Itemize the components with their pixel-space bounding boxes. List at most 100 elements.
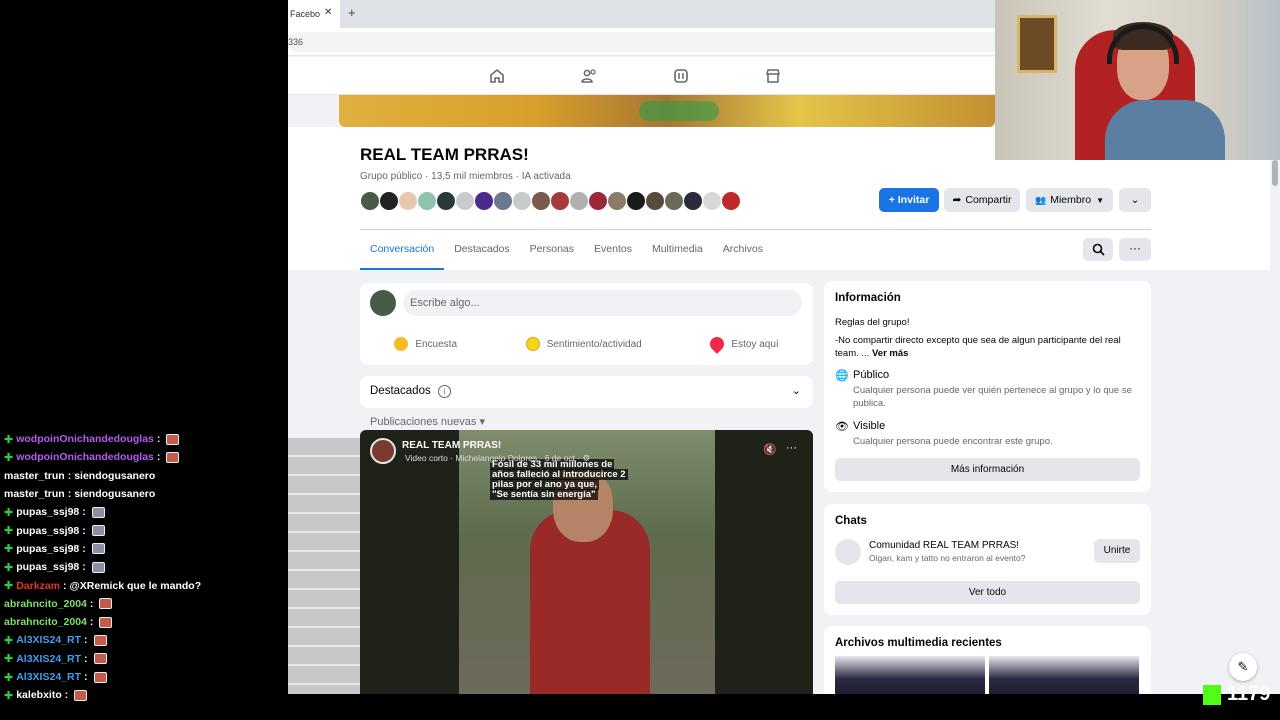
chat-username[interactable]: wodpoinOnichandedouglas [16,451,154,463]
scroll-thumb[interactable] [1272,160,1278,186]
member-avatar[interactable] [683,191,703,211]
search-button[interactable] [1083,238,1113,261]
chat-username[interactable]: master_trun [4,488,65,500]
chat-username[interactable]: Al3XIS24_RT [16,634,81,646]
featured-section[interactable]: Destacados i ⌄ [360,376,813,408]
member-avatar[interactable] [512,191,532,211]
close-tab-icon[interactable]: ✕ [324,7,332,18]
tab-3[interactable]: Eventos [584,230,642,270]
chat-username[interactable]: Darkzam [16,580,60,592]
chat-username[interactable]: pupas_ssj98 [16,525,79,537]
browser-tab-facebook[interactable]: Facebo ✕ [288,0,340,28]
member-avatar[interactable] [360,191,380,211]
watch-icon[interactable] [672,67,690,85]
invite-button[interactable]: + Invitar [879,188,939,212]
more-options-button[interactable]: ⌄ [1119,188,1151,212]
home-icon[interactable] [488,67,506,85]
member-avatar[interactable] [493,191,513,211]
chat-username[interactable]: kalebxito [16,689,62,701]
more-dots-button[interactable]: ··· [1119,238,1151,261]
member-avatar[interactable] [417,191,437,211]
friends-icon[interactable] [580,67,598,85]
chat-username[interactable]: pupas_ssj98 [16,543,79,555]
new-tab-button[interactable]: + [348,5,356,20]
tab-2[interactable]: Personas [520,230,584,270]
user-avatar[interactable] [370,290,396,316]
post-author-avatar[interactable] [370,438,396,464]
tab-0[interactable]: Conversación [360,230,445,270]
member-button[interactable]: 👥 Miembro ▼ [1026,188,1113,212]
video-post[interactable]: Fósil de 33 mil millones de años falleci… [360,430,813,694]
chat-username[interactable]: master_trun [4,470,65,482]
media-thumbnail[interactable] [989,656,1139,694]
marketplace-icon[interactable] [764,67,782,85]
badge-icon: ✚ [4,580,14,593]
see-all-button[interactable]: Ver todo [835,581,1140,604]
member-avatar[interactable] [626,191,646,211]
member-avatar[interactable] [569,191,589,211]
group-tabs: Conversación Destacados Personas Eventos Mul… [360,230,773,270]
more-info-button[interactable]: Más información [835,458,1140,481]
badge-icon: ✚ [4,506,14,519]
member-avatars[interactable] [360,191,741,211]
chat-username[interactable]: Al3XIS24_RT [16,671,81,683]
member-avatar[interactable] [436,191,456,211]
chat-name[interactable]: Comunidad REAL TEAM PRRAS! [869,540,1019,551]
member-avatar[interactable] [474,191,494,211]
group-title[interactable]: REAL TEAM PRRAS! [360,145,529,165]
chat-preview: Oigan, kam y tatto no entraron al evento… [869,553,1026,563]
badge-icon: ✚ [4,525,14,538]
share-button[interactable]: ➦ Compartir [944,188,1020,212]
member-avatar[interactable] [645,191,665,211]
post-author[interactable]: REAL TEAM PRRAS! [402,440,501,451]
member-avatar[interactable] [398,191,418,211]
chat-message: abrahncito_2004: [0,613,288,631]
badge-icon: ✚ [4,433,14,446]
checkin-button[interactable]: Estoy aquí [707,334,779,354]
emote-icon [91,506,105,518]
mute-icon[interactable]: 🔇 [763,443,777,456]
new-posts-sort[interactable]: Publicaciones nuevas ▾ [370,415,485,428]
smiley-icon [525,337,540,351]
group-cover-photo[interactable] [339,95,995,127]
new-message-button[interactable]: ✎ [1229,653,1257,681]
member-avatar[interactable] [531,191,551,211]
poll-button[interactable]: Encuesta [394,337,457,351]
chats-title: Chats [835,515,867,527]
emote-icon [93,653,107,665]
emote-icon [99,616,113,628]
member-avatar[interactable] [664,191,684,211]
chat-username[interactable]: Al3XIS24_RT [16,653,81,665]
chat-icon[interactable] [835,539,861,565]
tab-5[interactable]: Archivos [713,230,773,270]
chevron-down-icon[interactable]: ⌄ [792,384,801,397]
chat-username[interactable]: wodpoinOnichandedouglas [16,433,154,445]
tab-1[interactable]: Destacados [444,230,519,270]
feeling-button[interactable]: Sentimiento/actividad [525,337,642,351]
member-avatar[interactable] [588,191,608,211]
member-avatar[interactable] [379,191,399,211]
member-avatar[interactable] [455,191,475,211]
member-avatar[interactable] [607,191,627,211]
tab-4[interactable]: Multimedia [642,230,713,270]
join-chat-button[interactable]: Unirte [1094,539,1140,563]
info-icon[interactable]: i [437,385,451,398]
badge-icon: ✚ [4,561,14,574]
rules-title: Reglas del grupo! [835,317,910,328]
member-avatar[interactable] [702,191,722,211]
post-more-icon[interactable]: ··· [786,442,797,454]
chat-separator: : [67,488,72,501]
see-more-link[interactable]: Ver más [872,348,908,359]
member-avatar[interactable] [721,191,741,211]
chat-username[interactable]: abrahncito_2004 [4,598,87,610]
composer-input[interactable]: Escribe algo... [403,290,802,316]
member-avatar[interactable] [550,191,570,211]
browser-tab-label: Facebo [290,9,321,19]
chat-username[interactable]: pupas_ssj98 [16,561,79,573]
screen: ✚ wodpoinOnichandedouglas: ✚ wodpoinOnichan… [0,0,1280,720]
chat-username[interactable]: abrahncito_2004 [4,616,87,628]
search-icon [1092,243,1105,256]
chat-username[interactable]: pupas_ssj98 [16,506,79,518]
media-thumbnail[interactable] [835,656,985,694]
page-scrollbar[interactable] [1270,160,1280,694]
